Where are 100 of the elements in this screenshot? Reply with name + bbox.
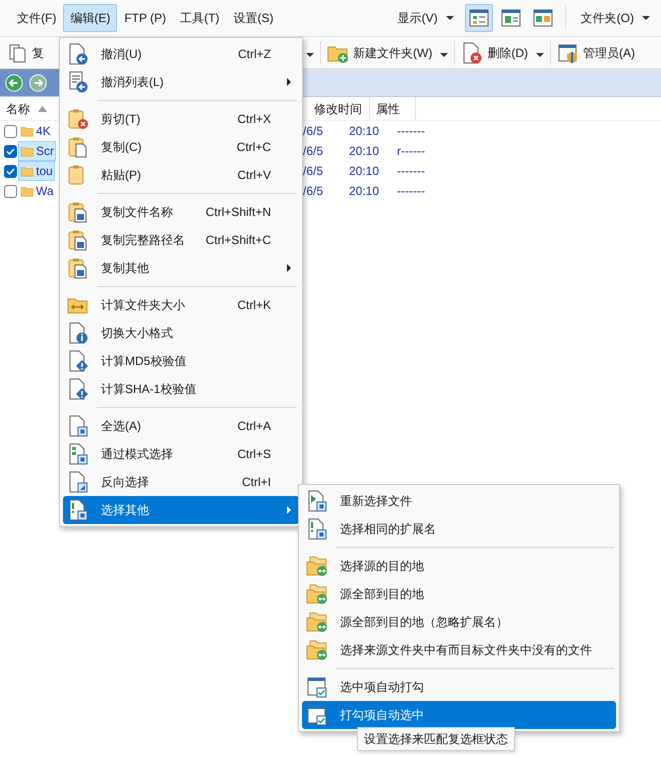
tooltip: 设置选择来匹配复选框状态 (357, 727, 515, 751)
menu-item[interactable]: 切换大小格式 (63, 319, 299, 347)
view-button[interactable] (464, 4, 493, 32)
shortcut-text: Ctrl+X (237, 111, 271, 128)
view-icon (500, 7, 522, 29)
time-text: 20:10 (349, 143, 380, 160)
date-text: /6/5 (303, 143, 324, 160)
file-name[interactable]: 4K (18, 121, 53, 141)
date-text: /6/5 (303, 123, 324, 140)
checkbox[interactable] (4, 164, 17, 178)
checkbox[interactable] (4, 124, 17, 138)
menu-item[interactable]: 反向选择 Ctrl+I (63, 468, 299, 496)
document-alert-icon (67, 350, 89, 372)
menu-item[interactable]: 计算MD5校验值 (63, 347, 299, 375)
list-undo-icon (67, 71, 89, 93)
shortcut-text: Ctrl+C (236, 139, 271, 156)
folders-sync-icon (306, 583, 328, 605)
time-text: 20:10 (349, 123, 380, 140)
display-menu[interactable]: 显示(V) (390, 4, 461, 32)
menu-item[interactable]: 文件(F) (10, 4, 64, 32)
document-invert-icon (67, 471, 89, 493)
attributes-text: ------- (397, 163, 425, 180)
date-text: /6/5 (303, 183, 324, 200)
folder-icon (20, 184, 34, 198)
document-select-icon (67, 415, 89, 437)
folders-sync-icon (306, 555, 328, 577)
view-icon (532, 7, 554, 29)
shortcut-text: Ctrl+Shift+C (206, 232, 271, 249)
shortcut-text: Ctrl+S (237, 446, 271, 463)
menu-item[interactable]: 复制(C) Ctrl+C (63, 133, 299, 161)
admin-shield-icon (557, 42, 579, 64)
document-exclamation-icon (67, 499, 89, 521)
document-exclamation-icon (306, 518, 328, 540)
menu-item[interactable]: 源全部到目的地 (302, 580, 616, 608)
menu-item[interactable]: 计算文件夹大小 Ctrl+K (63, 291, 299, 319)
folder-menu[interactable]: 文件夹(O) (574, 4, 657, 32)
file-name[interactable]: tou (18, 161, 55, 181)
document-undo-icon (67, 43, 89, 65)
attributes-text: ------- (397, 123, 425, 140)
menu-item[interactable]: 复制其他 (63, 254, 299, 282)
shortcut-text: Ctrl+I (242, 474, 271, 491)
menu-label: 粘贴(P) (101, 167, 142, 184)
time-text: 20:10 (349, 163, 380, 180)
toolbar-button[interactable]: 管理员(A) (555, 40, 637, 66)
column-label: 名称 (6, 100, 30, 118)
back-icon[interactable] (4, 72, 24, 92)
shortcut-text: Ctrl+V (237, 167, 271, 184)
attributes-text: r------ (397, 143, 425, 160)
folders-sync-icon (306, 639, 328, 661)
shortcut-text: Ctrl+Shift+N (206, 204, 271, 221)
delete-icon (461, 42, 484, 64)
document-info-icon (67, 322, 89, 344)
menu-item[interactable]: 选中项自动打勾 (302, 673, 616, 701)
menu-label: 复制文件名称 (101, 204, 174, 221)
menu-item[interactable]: 复制文件名称 Ctrl+Shift+N (63, 198, 299, 226)
toolbar-button[interactable]: 删除(D) (459, 40, 530, 66)
menu-item[interactable]: 源全部到目的地（忽略扩展名） (302, 608, 616, 636)
toolbar-button[interactable]: 新建文件夹(W) (325, 40, 434, 66)
clipboard-delete-icon (67, 108, 89, 130)
document-alert-icon (67, 378, 89, 400)
menu-label: 全选(A) (101, 418, 142, 435)
menu-item[interactable]: 工具(T) (173, 4, 226, 32)
menu-item[interactable]: 撤消(U) Ctrl+Z (63, 40, 299, 68)
menu-item[interactable]: FTP (P) (117, 4, 174, 32)
menu-item[interactable]: 打勾项自动选中 (302, 701, 616, 729)
menu-item[interactable]: 选择相同的扩展名 (302, 515, 616, 543)
column-header[interactable]: 属性 (370, 97, 416, 120)
window-check-icon (306, 676, 328, 698)
menu-label: 复制(C) (101, 139, 143, 156)
file-name[interactable]: Scr (18, 141, 56, 161)
toolbar-button[interactable]: 复 (4, 40, 46, 66)
menu-item[interactable]: 重新选择文件 (302, 487, 616, 515)
checkbox[interactable] (4, 144, 17, 158)
shortcut-text: Ctrl+A (237, 418, 271, 435)
menu-item[interactable]: 全选(A) Ctrl+A (63, 412, 299, 440)
attributes-text: ------- (397, 183, 425, 200)
view-icon (468, 7, 490, 29)
file-name[interactable]: Wa (18, 181, 56, 201)
shortcut-text: Ctrl+K (237, 297, 271, 314)
checkbox[interactable] (4, 184, 17, 198)
menu-item[interactable]: 设置(S) (226, 4, 280, 32)
shortcut-text: Ctrl+Z (238, 46, 271, 63)
forward-icon[interactable] (28, 72, 48, 92)
menu-item[interactable]: 通过模式选择 Ctrl+S (63, 440, 299, 468)
menu-item[interactable]: 编辑(E) (63, 4, 118, 32)
menu-label: 通过模式选择 (101, 446, 174, 463)
menu-label: 反向选择 (101, 474, 150, 491)
menu-item[interactable]: 计算SHA-1校验值 (63, 375, 299, 403)
menu-item[interactable]: 选择来源文件夹中有而目标文件夹中没有的文件 (302, 636, 616, 664)
menu-item[interactable]: 复制完整路径名 Ctrl+Shift+C (63, 226, 299, 254)
window-check-icon (306, 704, 328, 726)
menu-item[interactable]: 选择源的目的地 (302, 552, 616, 580)
menu-label: 复制完整路径名 (101, 232, 186, 249)
menu-item[interactable]: 粘贴(P) Ctrl+V (63, 161, 299, 189)
clipboard-copy-icon (67, 136, 89, 158)
date-text: /6/5 (303, 163, 324, 180)
folder-icon (20, 144, 34, 158)
menu-item[interactable]: 剪切(T) Ctrl+X (63, 105, 299, 133)
folder-icon (20, 164, 34, 178)
menu-item[interactable]: 选择其他 (63, 496, 299, 524)
